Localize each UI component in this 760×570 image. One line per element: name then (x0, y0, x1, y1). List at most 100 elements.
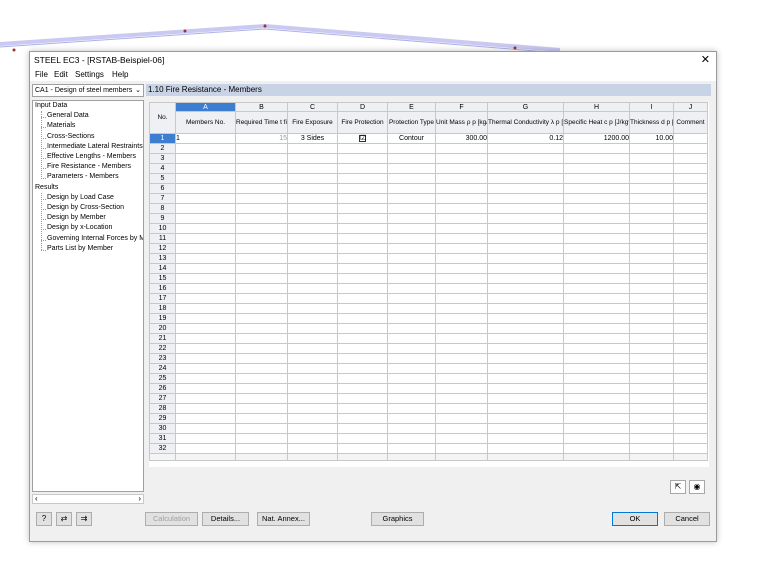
tree-item-results-2[interactable]: Design by Member (47, 214, 106, 221)
tree-item-input-3[interactable]: Intermediate Lateral Restraints (47, 143, 143, 150)
table-cell[interactable] (487, 153, 564, 164)
table-cell[interactable] (337, 413, 388, 424)
tree-item-input-0[interactable]: General Data (47, 112, 89, 119)
table-cell[interactable] (563, 343, 630, 354)
table-cell[interactable] (629, 423, 674, 434)
table-cell[interactable] (563, 273, 630, 284)
menu-file[interactable]: File (35, 70, 48, 79)
table-cell[interactable] (287, 323, 338, 334)
table-cell[interactable] (235, 403, 288, 414)
table-cell[interactable] (563, 443, 630, 454)
table-cell[interactable] (629, 433, 674, 444)
table-cell[interactable] (387, 253, 436, 264)
table-cell[interactable] (487, 163, 564, 174)
table-cell[interactable] (435, 363, 488, 374)
table-cell[interactable] (337, 313, 388, 324)
table-cell[interactable] (563, 373, 630, 384)
table-cell[interactable] (337, 203, 388, 214)
table-cell[interactable] (629, 203, 674, 214)
table-cell[interactable] (337, 253, 388, 264)
table-cell[interactable] (487, 243, 564, 254)
table-cell[interactable] (175, 363, 236, 374)
table-cell[interactable] (235, 213, 288, 224)
table-cell[interactable] (175, 433, 236, 444)
table-cell[interactable] (435, 193, 488, 204)
table-cell[interactable] (673, 403, 708, 414)
table-cell[interactable] (629, 263, 674, 274)
column-letter-d[interactable]: D (337, 102, 388, 112)
table-cell[interactable] (287, 433, 338, 444)
table-cell[interactable] (563, 303, 630, 314)
table-cell[interactable] (435, 263, 488, 274)
table-cell[interactable] (487, 443, 564, 454)
scroll-left-icon[interactable]: ‹ (35, 494, 38, 503)
table-cell[interactable]: 300.00 (435, 133, 488, 144)
table-cell[interactable] (175, 313, 236, 324)
table-cell[interactable] (629, 323, 674, 334)
import-icon[interactable]: ⇄ (56, 512, 72, 526)
table-cell[interactable] (235, 253, 288, 264)
table-cell[interactable] (235, 313, 288, 324)
table-cell[interactable] (435, 293, 488, 304)
row-number[interactable]: 26 (149, 383, 176, 394)
table-cell[interactable] (175, 393, 236, 404)
table-cell[interactable] (563, 223, 630, 234)
table-cell[interactable] (435, 403, 488, 414)
row-number[interactable]: 5 (149, 173, 176, 184)
table-cell[interactable] (629, 383, 674, 394)
table-cell[interactable] (629, 293, 674, 304)
table-cell[interactable] (387, 143, 436, 154)
table-cell[interactable] (235, 183, 288, 194)
table-cell[interactable] (235, 393, 288, 404)
table-cell[interactable] (487, 293, 564, 304)
row-number[interactable]: 20 (149, 323, 176, 334)
table-cell[interactable]: 1 (175, 133, 236, 144)
table-cell[interactable] (287, 443, 338, 454)
table-cell[interactable] (337, 343, 388, 354)
table-cell[interactable] (175, 373, 236, 384)
table-cell[interactable] (629, 193, 674, 204)
table-cell[interactable] (175, 143, 236, 154)
table-cell[interactable] (337, 163, 388, 174)
table-cell[interactable] (629, 233, 674, 244)
row-number[interactable]: 4 (149, 163, 176, 174)
table-cell[interactable] (287, 363, 338, 374)
table-cell[interactable] (435, 283, 488, 294)
view-eye-icon[interactable]: ◉ (689, 480, 705, 494)
row-number[interactable]: 8 (149, 203, 176, 214)
row-number[interactable]: 1 (149, 133, 176, 144)
table-cell[interactable] (487, 203, 564, 214)
table-cell[interactable] (387, 273, 436, 284)
table-cell[interactable] (673, 343, 708, 354)
column-letter-j[interactable]: J (673, 102, 708, 112)
table-cell[interactable] (673, 133, 708, 144)
table-cell[interactable] (487, 263, 564, 274)
table-cell[interactable] (235, 153, 288, 164)
table-cell[interactable] (337, 263, 388, 274)
table-cell[interactable] (235, 333, 288, 344)
row-number[interactable]: 30 (149, 423, 176, 434)
tree-item-input-4[interactable]: Effective Lengths - Members (47, 153, 136, 160)
table-cell[interactable] (563, 423, 630, 434)
table-cell[interactable] (673, 243, 708, 254)
table-cell[interactable] (487, 193, 564, 204)
tree-category-input-data[interactable]: Input Data (35, 102, 67, 109)
tree-item-results-5[interactable]: Parts List by Member (47, 245, 113, 252)
table-cell[interactable] (337, 243, 388, 254)
table-cell[interactable] (673, 393, 708, 404)
table-cell[interactable] (337, 423, 388, 434)
table-cell[interactable] (287, 343, 338, 354)
table-cell[interactable] (175, 323, 236, 334)
table-cell[interactable] (435, 203, 488, 214)
table-cell[interactable] (487, 143, 564, 154)
table-cell[interactable] (435, 223, 488, 234)
table-cell[interactable] (435, 373, 488, 384)
table-cell[interactable] (235, 173, 288, 184)
table-cell[interactable] (673, 273, 708, 284)
table-cell[interactable] (673, 413, 708, 424)
table-cell[interactable] (175, 283, 236, 294)
table-cell[interactable] (387, 193, 436, 204)
table-cell[interactable] (563, 363, 630, 374)
tree-horizontal-scrollbar[interactable]: ‹ › (32, 494, 144, 504)
table-cell[interactable] (629, 163, 674, 174)
